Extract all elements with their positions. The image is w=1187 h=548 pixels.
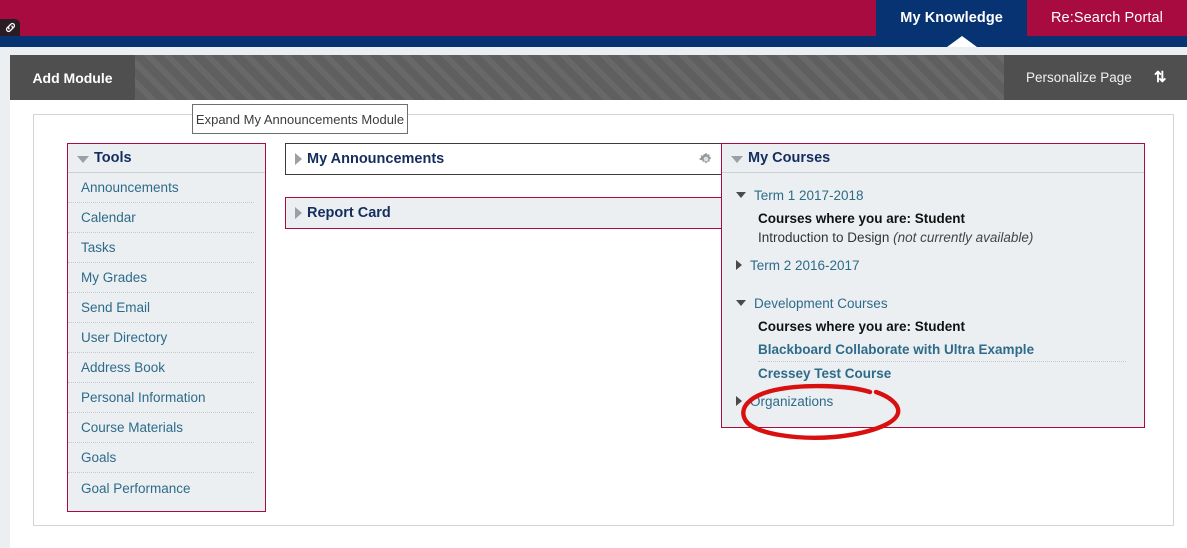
- module-my-announcements[interactable]: My Announcements: [285, 143, 725, 175]
- module-tools-title: Tools: [94, 150, 132, 166]
- course-item-blackboard-collaborate[interactable]: Blackboard Collaborate with Ultra Exampl…: [758, 338, 1126, 362]
- course-group-label[interactable]: Organizations: [750, 394, 833, 409]
- tools-item-user-directory[interactable]: User Directory: [68, 323, 254, 353]
- course-group-label[interactable]: Term 1 2017-2018: [754, 188, 864, 203]
- tools-item-label: My Grades: [81, 270, 148, 285]
- navy-bar: [0, 36, 1187, 47]
- module-my-courses-title: My Courses: [748, 150, 831, 166]
- course-group-organizations[interactable]: Organizations: [736, 389, 1144, 413]
- tools-item-label: Personal Information: [81, 390, 206, 405]
- tools-item-label: Calendar: [81, 210, 136, 225]
- tools-item-label: Announcements: [81, 180, 179, 195]
- active-tab-arrow-icon: [947, 36, 977, 47]
- link-icon[interactable]: [0, 19, 20, 36]
- tools-item-label: Goal Performance: [81, 480, 191, 496]
- tools-item-label: Course Materials: [81, 420, 184, 435]
- module-report-card[interactable]: Report Card: [285, 197, 725, 229]
- tools-item-goals[interactable]: Goals: [68, 443, 254, 473]
- course-availability-note: (not currently available): [893, 230, 1034, 245]
- module-report-card-title: Report Card: [307, 205, 391, 221]
- course-group-development[interactable]: Development Courses: [736, 291, 1144, 315]
- tab-research-portal[interactable]: Re:Search Portal: [1026, 0, 1187, 36]
- tools-item-send-email[interactable]: Send Email: [68, 293, 254, 323]
- triangle-right-icon[interactable]: [736, 396, 742, 406]
- course-role-line: Courses where you are: Student: [758, 319, 966, 334]
- course-role-line: Courses where you are: Student: [758, 211, 966, 226]
- tooltip-text: Expand My Announcements Module: [195, 111, 405, 127]
- personalize-page-button[interactable]: Personalize Page: [1026, 70, 1132, 85]
- module-toolbar: Add Module Personalize Page ⇅: [10, 55, 1187, 100]
- triangle-down-icon[interactable]: [736, 300, 746, 306]
- tools-item-my-grades[interactable]: My Grades: [68, 263, 254, 293]
- course-name: Introduction to Design: [758, 230, 890, 245]
- tab-research-portal-label: Re:Search Portal: [1050, 10, 1163, 26]
- triangle-down-icon[interactable]: [77, 155, 89, 163]
- tools-item-personal-information[interactable]: Personal Information: [68, 383, 254, 413]
- tools-item-course-materials[interactable]: Course Materials: [68, 413, 254, 443]
- tooltip-expand-announcements: Expand My Announcements Module: [192, 104, 408, 134]
- toolbar-right-group: Personalize Page ⇅: [1004, 55, 1187, 100]
- tools-item-goal-performance[interactable]: Goal Performance: [68, 473, 254, 503]
- course-group-term2[interactable]: Term 2 2016-2017: [736, 253, 1144, 277]
- course-group-label[interactable]: Term 2 2016-2017: [750, 258, 860, 273]
- triangle-right-icon[interactable]: [295, 207, 302, 219]
- modules-container: Tools Announcements Calendar Tasks My Gr…: [33, 114, 1174, 526]
- tools-item-label: Address Book: [81, 360, 166, 375]
- triangle-down-icon[interactable]: [731, 155, 743, 163]
- tools-item-tasks[interactable]: Tasks: [68, 233, 254, 263]
- module-my-announcements-header[interactable]: My Announcements: [286, 144, 724, 174]
- module-my-courses: My Courses Term 1 2017-2018 Courses wher…: [721, 143, 1145, 428]
- tools-item-label: Goals: [81, 450, 117, 465]
- tools-item-calendar[interactable]: Calendar: [68, 203, 254, 233]
- tools-list: Announcements Calendar Tasks My Grades S…: [68, 173, 265, 511]
- tools-item-announcements[interactable]: Announcements: [68, 173, 254, 203]
- triangle-down-icon[interactable]: [736, 192, 746, 198]
- tab-my-knowledge[interactable]: My Knowledge: [876, 0, 1027, 36]
- tools-item-label: Send Email: [81, 300, 151, 315]
- primary-tabs: My Knowledge Re:Search Portal: [876, 0, 1187, 36]
- module-report-card-header[interactable]: Report Card: [286, 198, 724, 228]
- course-group-term1[interactable]: Term 1 2017-2018: [736, 183, 1144, 207]
- triangle-right-icon[interactable]: [736, 260, 742, 270]
- triangle-right-icon[interactable]: [295, 153, 302, 165]
- tools-item-address-book[interactable]: Address Book: [68, 353, 254, 383]
- module-tools-header[interactable]: Tools: [68, 144, 265, 173]
- courses-body: Term 1 2017-2018 Courses where you are: …: [722, 173, 1144, 427]
- course-item-cressey-test-course[interactable]: Cressey Test Course: [758, 362, 1126, 385]
- course-item-introduction-to-design: Introduction to Design (not currently av…: [758, 230, 1144, 245]
- gear-icon[interactable]: [699, 152, 713, 166]
- module-my-announcements-title: My Announcements: [307, 151, 445, 167]
- add-module-button[interactable]: Add Module: [10, 55, 135, 100]
- sort-updown-icon[interactable]: ⇅: [1154, 70, 1167, 85]
- add-module-label: Add Module: [32, 69, 113, 86]
- module-tools: Tools Announcements Calendar Tasks My Gr…: [67, 143, 266, 512]
- tools-item-label: Tasks: [81, 240, 116, 255]
- tab-my-knowledge-label: My Knowledge: [900, 10, 1003, 26]
- module-my-courses-header[interactable]: My Courses: [722, 144, 1144, 173]
- tools-item-label: User Directory: [81, 330, 168, 345]
- course-group-label[interactable]: Development Courses: [754, 296, 888, 311]
- top-header-bar: My Knowledge Re:Search Portal: [0, 0, 1187, 36]
